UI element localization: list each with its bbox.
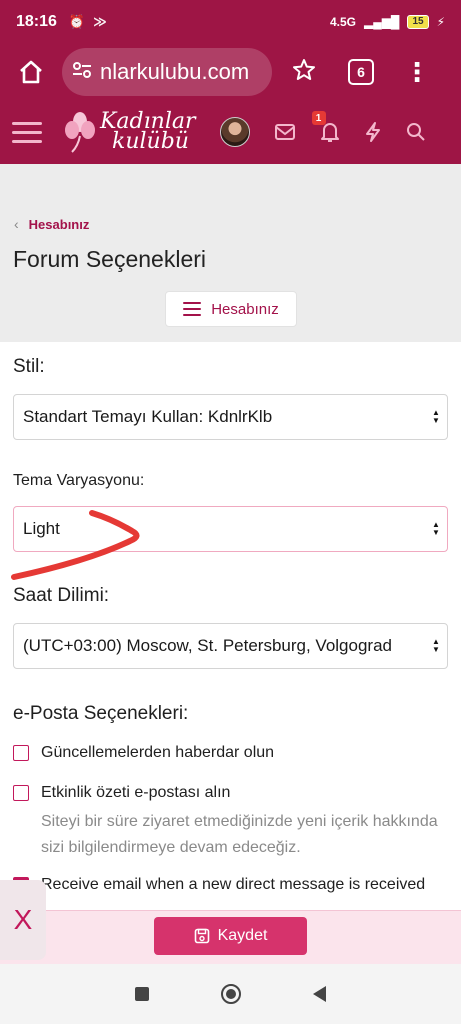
data-saver-icon: ≫ (93, 14, 107, 29)
logo-text-line2: kulübü (112, 129, 189, 154)
star-icon[interactable] (292, 58, 316, 87)
signal-icon: ▂▄▆█ (363, 15, 400, 29)
style-select[interactable]: Standart Temayı Kullan: KdnlrKlb ▲ ▼ (13, 394, 448, 440)
bolt-icon[interactable] (364, 121, 382, 143)
select-arrows-icon: ▲ ▼ (432, 637, 440, 654)
mail-icon[interactable] (274, 123, 296, 141)
network-type: 4.5G (329, 15, 356, 29)
account-menu-label: Hesabınız (211, 300, 279, 318)
site-settings-icon[interactable] (72, 59, 92, 85)
select-arrows-icon: ▲ ▼ (432, 408, 440, 425)
save-button-label: Kaydet (217, 927, 268, 944)
account-menu-button[interactable]: Hesabınız (165, 291, 297, 327)
system-nav-bar (0, 964, 461, 1024)
logo-flower-icon (65, 112, 95, 153)
chevron-left-icon: ‹ (14, 216, 19, 232)
email-option-digest[interactable]: Etkinlik özeti e-postası alın (13, 784, 230, 802)
close-button[interactable]: X (0, 880, 46, 960)
avatar[interactable] (219, 117, 250, 147)
select-arrows-icon: ▲ ▼ (432, 520, 440, 537)
style-label: Stil: (13, 356, 45, 377)
checkbox[interactable] (13, 745, 29, 761)
page-title: Forum Seçenekleri (13, 246, 207, 272)
checkbox-label: Güncellemelerden haberdar olun (41, 744, 275, 761)
email-option-direct-message[interactable]: Receive email when a new direct message … (13, 874, 433, 896)
annotation-arrow (11, 510, 140, 580)
style-select-value: Standart Temayı Kullan: KdnlrKlb (23, 407, 273, 426)
charging-icon: ⚡ (436, 15, 445, 29)
more-options-icon[interactable]: ⋮ (404, 59, 430, 85)
breadcrumb-link[interactable]: Hesabınız (29, 217, 90, 232)
back-icon[interactable] (313, 986, 326, 1002)
notification-badge: 1 (311, 111, 326, 125)
home-icon[interactable] (10, 51, 52, 93)
address-bar[interactable]: nlarkulubu.com (62, 48, 272, 96)
breadcrumb[interactable]: ‹ Hesabınız (14, 216, 89, 232)
url-text: nlarkulubu.com (100, 59, 250, 84)
page-header: ‹ Hesabınız Forum Seçenekleri Hesabınız (0, 164, 461, 342)
timezone-label: Saat Dilimi: (13, 585, 110, 606)
timezone-select-value: (UTC+03:00) Moscow, St. Petersburg, Volg… (23, 636, 392, 655)
battery-icon: 15 (407, 15, 429, 29)
site-logo[interactable]: Kadınlar kulübü (62, 110, 196, 154)
tab-switcher-button[interactable]: 6 (348, 59, 374, 85)
browser-toolbar: nlarkulubu.com 6 ⋮ (0, 44, 461, 100)
save-icon (194, 928, 209, 944)
checkbox[interactable] (13, 785, 29, 801)
clock: 18:16 (16, 13, 57, 30)
list-icon (183, 302, 202, 316)
home-nav-icon[interactable] (221, 984, 241, 1004)
email-option-updates[interactable]: Güncellemelerden haberdar olun (13, 744, 274, 762)
checkbox-label: Etkinlik özeti e-postası alın (41, 784, 231, 801)
bell-icon[interactable]: 1 (311, 111, 340, 143)
variation-label: Tema Varyasyonu: (13, 472, 145, 489)
save-button[interactable]: Kaydet (154, 917, 307, 955)
search-icon[interactable] (406, 122, 426, 142)
status-bar: 18:16 ⏰ ≫ 4.5G ▂▄▆█ 15 ⚡ (0, 0, 461, 44)
checkbox-label: Receive email when a new direct message … (41, 876, 426, 893)
digest-hint: Siteyi bir süre ziyaret etmediğinizde ye… (41, 813, 438, 856)
alarm-off-icon: ⏰ (68, 14, 86, 29)
timezone-select[interactable]: (UTC+03:00) Moscow, St. Petersburg, Volg… (13, 623, 448, 669)
recents-icon[interactable] (135, 987, 149, 1001)
site-header: Kadınlar kulübü 1 (0, 100, 461, 164)
menu-icon[interactable] (12, 121, 42, 143)
email-options-label: e-Posta Seçenekleri: (13, 703, 189, 724)
